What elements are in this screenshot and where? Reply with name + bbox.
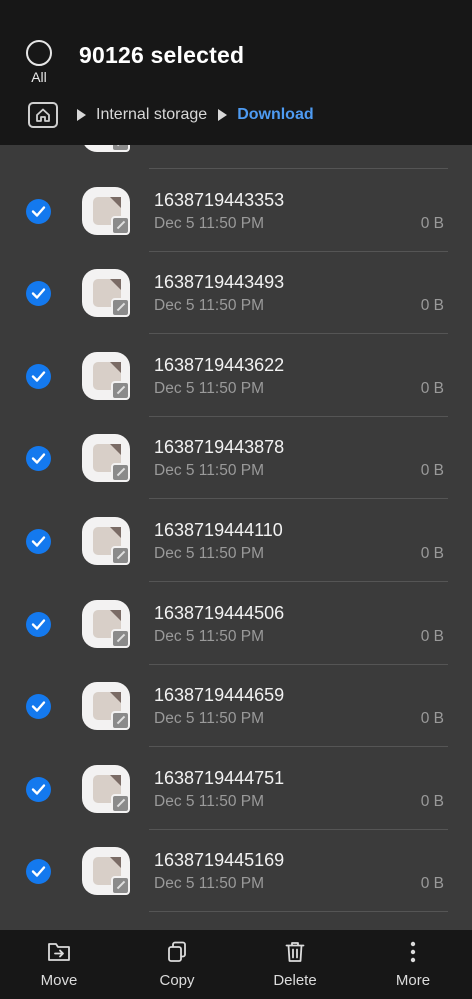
document-file-icon (82, 682, 130, 731)
selection-count-title: 90126 selected (79, 42, 245, 68)
file-date: Dec 5 11:50 PM (154, 627, 264, 645)
file-name: 1638719444751 (154, 767, 285, 788)
checkbox-checked-icon[interactable] (26, 694, 51, 720)
file-size: 0 B (420, 545, 444, 562)
file-size: 0 B (420, 379, 444, 397)
file-date: Dec 5 11:50 PM (154, 545, 264, 562)
file-name: 1638719444659 (154, 685, 285, 706)
checkbox-checked-icon[interactable] (26, 446, 51, 472)
document-file-icon (82, 269, 130, 318)
document-file-icon (82, 351, 130, 400)
file-row[interactable] (0, 145, 472, 169)
selection-header: All 90126 selected Internal storage Down… (0, 0, 472, 145)
file-row[interactable]: 1638719445169 Dec 5 11:50 PM 0 B (0, 829, 472, 913)
trash-icon (285, 942, 305, 962)
copy-icon (168, 941, 186, 962)
file-date: Dec 5 11:50 PM (154, 792, 264, 810)
breadcrumb-internal-storage[interactable]: Internal storage (96, 106, 207, 124)
file-name: 1638719444506 (154, 602, 285, 623)
file-row[interactable]: 1638719444110 Dec 5 11:50 PM 0 B (0, 499, 472, 582)
file-size: 0 B (420, 627, 444, 645)
breadcrumb-arrow-icon (218, 109, 228, 121)
checkbox-checked-icon[interactable] (26, 198, 51, 224)
file-size: 0 B (420, 710, 444, 728)
file-size: 0 B (420, 792, 444, 810)
checkbox-checked-icon[interactable] (26, 776, 51, 802)
select-all-button[interactable]: All (26, 40, 52, 85)
more-vertical-icon (410, 941, 416, 963)
select-all-circle-icon[interactable] (26, 40, 52, 66)
file-date: Dec 5 11:50 PM (154, 875, 264, 893)
copy-button[interactable]: Copy (118, 930, 236, 999)
file-date: Dec 5 11:50 PM (154, 214, 264, 232)
file-list[interactable]: 1638719443353 Dec 5 11:50 PM 0 B 1638719443… (0, 145, 472, 930)
copy-label: Copy (159, 972, 195, 989)
file-name: 1638719443878 (154, 437, 285, 458)
file-name: 1638719443353 (154, 189, 285, 210)
document-file-icon (82, 145, 130, 152)
file-name: 1638719443493 (154, 272, 285, 293)
file-row[interactable]: 1638719443353 Dec 5 11:50 PM 0 B (0, 169, 472, 252)
document-file-icon (82, 764, 130, 813)
file-name: 1638719445169 (154, 850, 285, 871)
more-label: More (395, 972, 431, 989)
file-name: 1638719444110 (154, 520, 283, 540)
file-row[interactable]: 1638719443622 Dec 5 11:50 PM 0 B (0, 334, 472, 417)
row-divider (149, 911, 448, 913)
file-row[interactable]: 1638719444659 Dec 5 11:50 PM 0 B (0, 664, 472, 748)
bottom-toolbar: Move Copy Delete More (0, 930, 472, 999)
file-date: Dec 5 11:50 PM (154, 710, 264, 728)
file-date: Dec 5 11:50 PM (154, 462, 264, 480)
breadcrumb: Internal storage Download (28, 101, 314, 129)
file-size: 0 B (420, 297, 444, 315)
more-button[interactable]: More (354, 930, 472, 999)
file-row[interactable]: 1638719444751 Dec 5 11:50 PM 0 B (0, 747, 472, 830)
delete-button[interactable]: Delete (236, 930, 354, 999)
breadcrumb-arrow-icon (77, 109, 86, 121)
home-folder-icon[interactable] (28, 102, 58, 128)
file-size: 0 B (420, 875, 444, 893)
file-row[interactable]: 1638719443493 Dec 5 11:50 PM 0 B (0, 251, 472, 335)
move-icon (48, 943, 70, 961)
checkbox-checked-icon[interactable] (26, 611, 51, 637)
file-row[interactable]: 1638719444506 Dec 5 11:50 PM 0 B (0, 582, 472, 665)
file-date: Dec 5 11:50 PM (154, 297, 264, 315)
file-size: 0 B (420, 214, 444, 232)
file-size: 0 B (420, 462, 444, 480)
checkbox-checked-icon[interactable] (26, 529, 51, 554)
move-button[interactable]: Move (0, 930, 118, 999)
document-file-icon (82, 186, 130, 235)
file-name: 1638719443622 (154, 354, 285, 375)
move-label: Move (40, 972, 78, 989)
document-file-icon (82, 599, 130, 648)
checkbox-checked-icon[interactable] (26, 363, 51, 389)
document-file-icon (82, 517, 130, 565)
checkbox-checked-icon[interactable] (26, 859, 51, 885)
document-file-icon (82, 847, 130, 896)
document-file-icon (82, 434, 130, 483)
delete-label: Delete (273, 972, 317, 989)
breadcrumb-download[interactable]: Download (237, 106, 313, 124)
file-date: Dec 5 11:50 PM (154, 379, 264, 397)
select-all-label: All (31, 69, 47, 85)
checkbox-checked-icon[interactable] (26, 281, 51, 307)
file-row[interactable]: 1638719443878 Dec 5 11:50 PM 0 B (0, 416, 472, 500)
